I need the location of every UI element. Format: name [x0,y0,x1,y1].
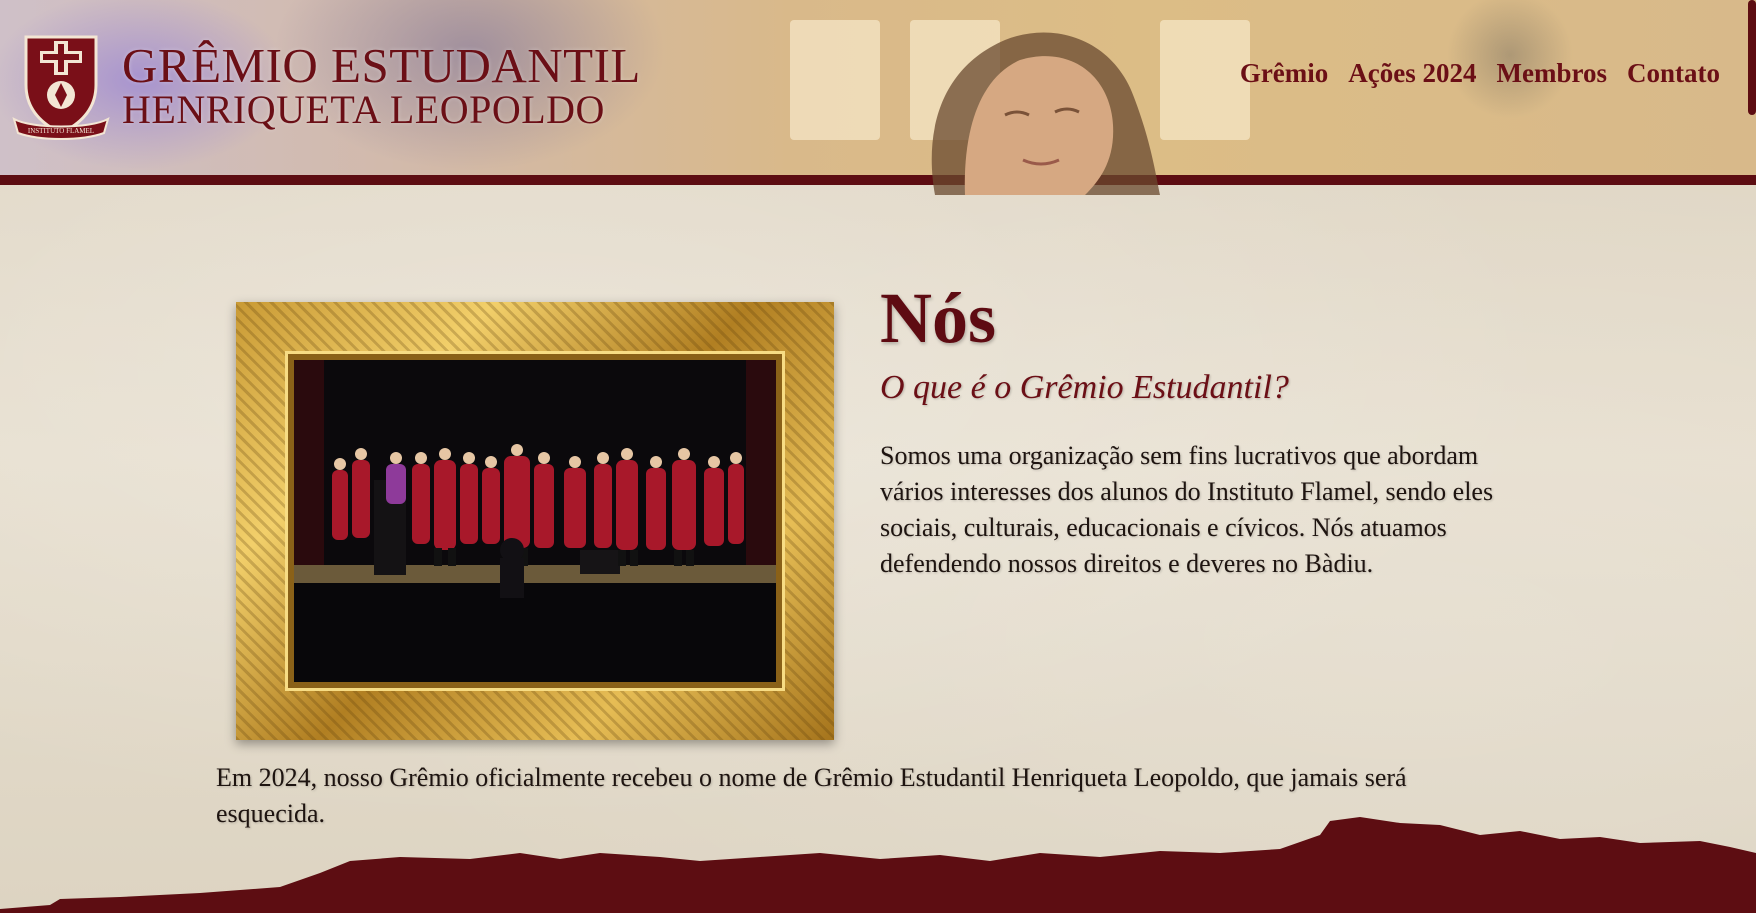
stage-photo [285,351,785,691]
torn-paper-footer-edge [0,817,1756,913]
nav-item-contato[interactable]: Contato [1627,58,1720,89]
about-paragraph: Somos uma organização sem fins lucrativo… [880,441,1494,578]
background-window [1160,20,1250,140]
scrollbar-thumb[interactable] [1748,0,1756,115]
nav-item-membros[interactable]: Membros [1497,58,1607,89]
background-window [790,20,880,140]
site-logo-text[interactable]: GRÊMIO ESTUDANTIL HENRIQUETA LEOPOLDO [122,38,641,132]
gold-picture-frame [236,302,834,740]
shield-crest-icon: INSTITUTO FLAMEL [12,35,110,140]
page-subtitle: O que é o Grêmio Estudantil? [880,369,1289,406]
logo-line-1: GRÊMIO ESTUDANTIL [122,38,641,93]
page-title: Nós [880,278,997,358]
stage-photo-image [294,360,776,682]
header-portrait-image [931,32,1160,195]
logo-line-2: HENRIQUETA LEOPOLDO [122,87,605,132]
site-header: INSTITUTO FLAMEL GRÊMIO ESTUDANTIL HENRI… [0,0,1756,195]
nav-item-gremio[interactable]: Grêmio [1240,58,1328,89]
main-nav: Grêmio Ações 2024 Membros Contato [1240,58,1720,89]
svg-text:INSTITUTO FLAMEL: INSTITUTO FLAMEL [28,127,94,135]
nav-item-acoes-2024[interactable]: Ações 2024 [1348,58,1476,89]
